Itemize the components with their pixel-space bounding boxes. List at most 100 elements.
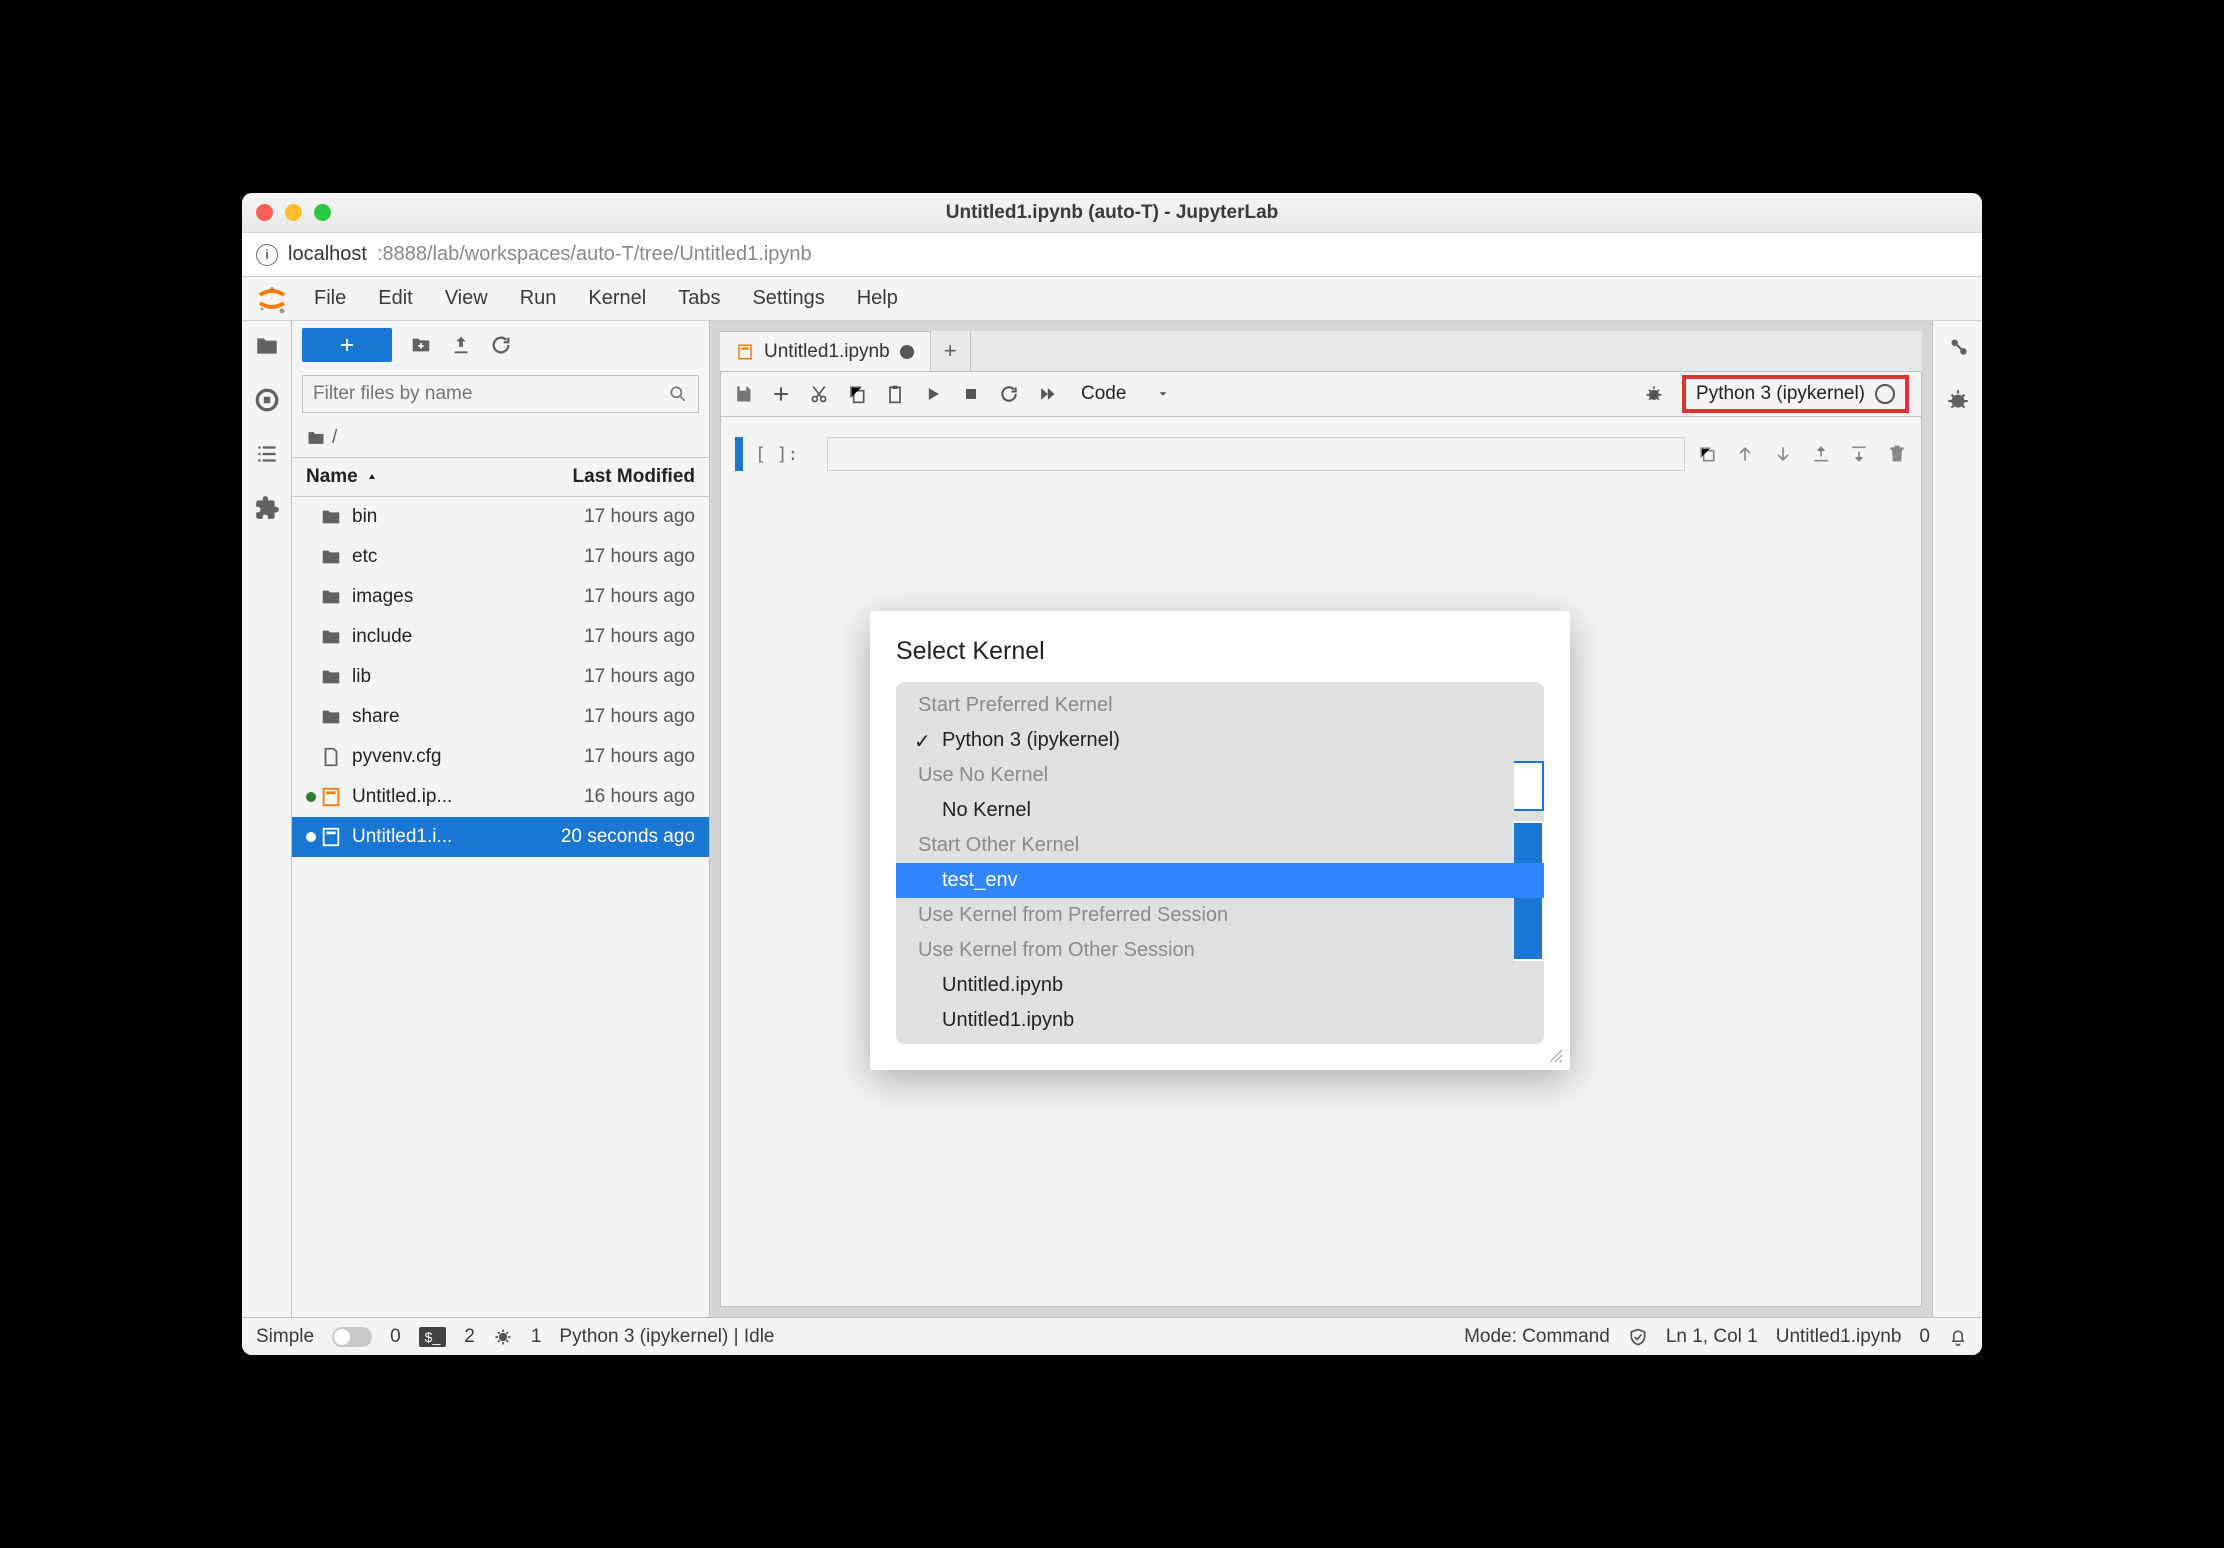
tabs-count[interactable]: 0 — [390, 1326, 401, 1348]
file-list-header: Name Last Modified — [292, 457, 709, 497]
window-title: Untitled1.ipynb (auto-T) - JupyterLab — [242, 202, 1982, 224]
file-browser-panel: / Name Last Modified bin17 hours agoetc1… — [292, 321, 710, 1317]
menu-run[interactable]: Run — [504, 277, 573, 320]
cell-marker — [735, 437, 743, 471]
kernel-status[interactable]: Python 3 (ipykernel) | Idle — [559, 1326, 774, 1348]
new-folder-icon[interactable] — [410, 334, 432, 356]
modified-column-header[interactable]: Last Modified — [535, 466, 695, 488]
unsaved-indicator-icon — [900, 345, 914, 359]
main-area: Untitled1.ipynb + Code — [710, 321, 1932, 1317]
file-row[interactable]: images17 hours ago — [292, 577, 709, 617]
resize-handle-icon[interactable] — [1548, 1048, 1564, 1064]
kernel-option[interactable]: test_env — [896, 863, 1544, 898]
debugger-icon[interactable] — [1644, 384, 1664, 404]
code-cell[interactable]: [ ]: — [735, 437, 1907, 471]
file-row[interactable]: include17 hours ago — [292, 617, 709, 657]
file-row[interactable]: pyvenv.cfg17 hours ago — [292, 737, 709, 777]
file-row[interactable]: Untitled.ip...16 hours ago — [292, 777, 709, 817]
menu-tabs[interactable]: Tabs — [662, 277, 736, 320]
kernel-option[interactable]: No Kernel — [896, 793, 1544, 828]
menu-edit[interactable]: Edit — [362, 277, 428, 320]
folder-icon[interactable] — [254, 333, 280, 359]
notebook-toolbar: Code Python 3 (ipykernel) — [720, 371, 1922, 417]
address-bar[interactable]: i localhost:8888/lab/workspaces/auto-T/t… — [242, 233, 1982, 277]
tab-strip: Untitled1.ipynb + — [720, 331, 1922, 371]
dropdown-group-label: Use Kernel from Other Session — [896, 933, 1544, 968]
delete-cell-icon[interactable] — [1887, 444, 1907, 464]
name-column-header[interactable]: Name — [306, 466, 535, 488]
file-row[interactable]: bin17 hours ago — [292, 497, 709, 537]
copy-icon[interactable] — [847, 384, 867, 404]
kernel-count-icon[interactable] — [493, 1327, 513, 1347]
simple-label: Simple — [256, 1326, 314, 1348]
chevron-down-icon — [1156, 387, 1170, 401]
url-host: localhost — [288, 243, 367, 266]
cell-prompt: [ ]: — [755, 444, 815, 465]
menu-view[interactable]: View — [429, 277, 504, 320]
dropdown-group-label: Start Other Kernel — [896, 828, 1544, 863]
content-area: / Name Last Modified bin17 hours agoetc1… — [242, 321, 1982, 1317]
kernel-status-icon — [1875, 384, 1895, 404]
paste-icon[interactable] — [885, 384, 905, 404]
terminal-badge[interactable]: $_ — [419, 1327, 447, 1347]
kernel-option[interactable]: Python 3 (ipykernel) — [896, 723, 1544, 758]
file-list: bin17 hours agoetc17 hours agoimages17 h… — [292, 497, 709, 1317]
new-launcher-button[interactable] — [302, 328, 392, 362]
file-row[interactable]: share17 hours ago — [292, 697, 709, 737]
file-row[interactable]: etc17 hours ago — [292, 537, 709, 577]
dialog-title: Select Kernel — [896, 637, 1544, 666]
running-icon[interactable] — [254, 387, 280, 413]
cell-type-select[interactable]: Code — [1075, 383, 1176, 405]
menu-kernel[interactable]: Kernel — [572, 277, 662, 320]
new-tab-button[interactable]: + — [931, 331, 971, 371]
insert-cell-icon[interactable] — [771, 384, 791, 404]
duplicate-cell-icon[interactable] — [1697, 444, 1717, 464]
cell-input[interactable] — [827, 437, 1685, 471]
cursor-position[interactable]: Ln 1, Col 1 — [1666, 1326, 1758, 1348]
move-down-icon[interactable] — [1773, 444, 1793, 464]
dropdown-group-label: Start Preferred Kernel — [896, 688, 1544, 723]
debugger-panel-icon[interactable] — [1945, 387, 1971, 413]
menu-settings[interactable]: Settings — [736, 277, 840, 320]
left-sidebar-rail — [242, 321, 292, 1317]
jupyter-logo-icon — [254, 281, 290, 317]
kernel-option[interactable]: Untitled.ipynb — [896, 968, 1544, 1003]
trusted-icon[interactable] — [1628, 1327, 1648, 1347]
save-icon[interactable] — [733, 384, 753, 404]
file-row[interactable]: lib17 hours ago — [292, 657, 709, 697]
restart-icon[interactable] — [999, 384, 1019, 404]
upload-icon[interactable] — [450, 334, 472, 356]
interrupt-icon[interactable] — [961, 384, 981, 404]
toc-icon[interactable] — [254, 441, 280, 467]
menubar: File Edit View Run Kernel Tabs Settings … — [242, 277, 1982, 321]
file-row[interactable]: Untitled1.i...20 seconds ago — [292, 817, 709, 857]
notif-count: 0 — [1919, 1326, 1930, 1348]
simple-toggle[interactable] — [332, 1327, 372, 1347]
dropdown-group-label: Use Kernel from Preferred Session — [896, 898, 1544, 933]
refresh-icon[interactable] — [490, 334, 512, 356]
kernel-option[interactable]: Untitled1.ipynb — [896, 1003, 1544, 1038]
folder-icon — [306, 428, 326, 448]
run-icon[interactable] — [923, 384, 943, 404]
doc-name[interactable]: Untitled1.ipynb — [1776, 1326, 1902, 1348]
cut-icon[interactable] — [809, 384, 829, 404]
dropdown-group-label: Use No Kernel — [896, 758, 1544, 793]
kernel-name: Python 3 (ipykernel) — [1696, 383, 1865, 405]
insert-below-icon[interactable] — [1849, 444, 1869, 464]
notebook-icon — [736, 343, 754, 361]
extensions-icon[interactable] — [254, 495, 280, 521]
menu-file[interactable]: File — [298, 277, 362, 320]
mode-indicator[interactable]: Mode: Command — [1464, 1326, 1610, 1348]
breadcrumb[interactable]: / — [292, 419, 709, 457]
insert-above-icon[interactable] — [1811, 444, 1831, 464]
move-up-icon[interactable] — [1735, 444, 1755, 464]
kernel-indicator[interactable]: Python 3 (ipykernel) — [1682, 375, 1909, 413]
file-browser-toolbar — [292, 321, 709, 369]
menu-help[interactable]: Help — [841, 277, 914, 320]
restart-run-all-icon[interactable] — [1037, 384, 1057, 404]
property-inspector-icon[interactable] — [1945, 333, 1971, 359]
filter-input[interactable] — [313, 383, 660, 405]
bell-icon[interactable] — [1948, 1327, 1968, 1347]
kernel-dropdown[interactable]: Start Preferred KernelPython 3 (ipykerne… — [896, 682, 1544, 1044]
tab-untitled1[interactable]: Untitled1.ipynb — [720, 331, 931, 371]
